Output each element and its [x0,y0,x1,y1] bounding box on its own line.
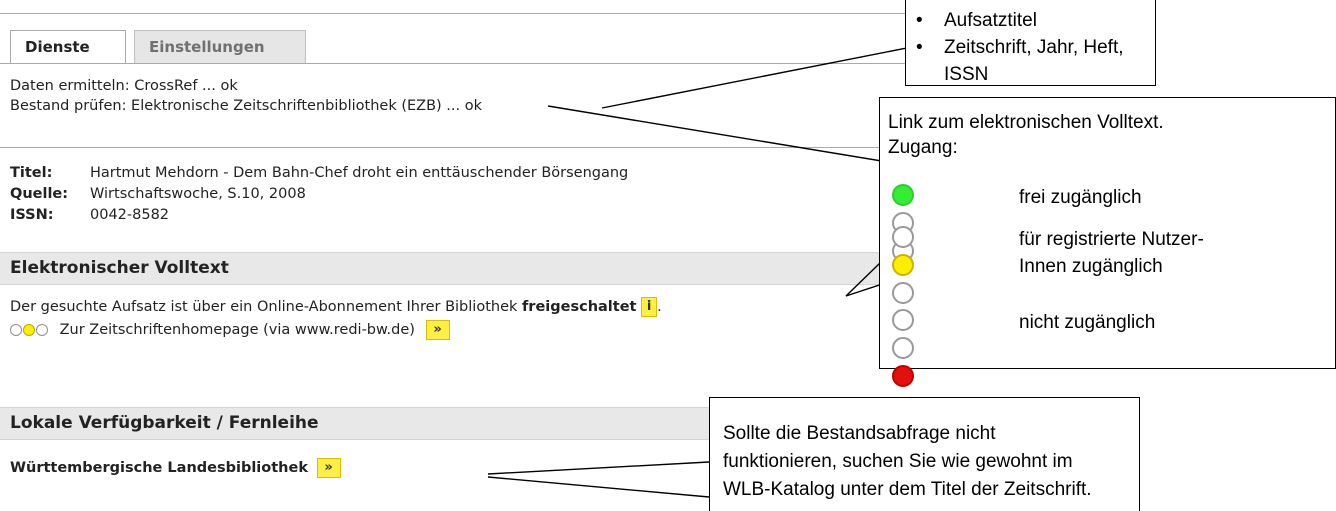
callout-item: Aufsatztitel [906,7,1155,34]
legend-callout: Link zum elektronischen Volltext. Zugang… [879,97,1336,387]
light-green-icon [892,184,914,206]
light-yellow-icon [892,254,914,276]
light-red-icon [892,365,914,387]
catalog-callout-text: Sollte die Bestandsabfrage nicht funktio… [723,420,1092,504]
legend-label: nicht zugänglich [1019,312,1156,333]
traffic-light-indicator [892,226,916,310]
callout-item: Zeitschrift, Jahr, Heft, ISSN [906,34,1155,88]
light-off-icon [892,226,914,248]
legend-label: für registrierte Nutzer- Innen zugänglich [1019,226,1204,280]
light-off-icon [892,337,914,359]
pointer-bottom-2 [487,476,710,498]
legend-label-line1: für registrierte Nutzer- [1019,229,1204,250]
catalog-callout-line: WLB-Katalog unter dem Titel der Zeitschr… [723,479,1092,500]
light-off-icon [892,309,914,331]
legend-label-line2: Innen zugänglich [1019,256,1163,277]
pointer-bottom [487,461,710,475]
legend-title-line2: Zugang: [888,137,958,158]
metadata-callout: Aufsatztitel Zeitschrift, Jahr, Heft, IS… [905,0,1156,86]
catalog-callout-line: Sollte die Bestandsabfrage nicht [723,423,996,444]
legend-title: Link zum elektronischen Volltext. Zugang… [888,110,1164,160]
traffic-light-indicator [892,309,916,393]
pointer-top-2 [547,105,907,166]
legend-label: frei zugänglich [1019,187,1142,208]
catalog-callout: Sollte die Bestandsabfrage nicht funktio… [709,397,1140,511]
catalog-callout-line: funktionieren, suchen Sie wie gewohnt im [723,451,1073,472]
legend-title-line1: Link zum elektronischen Volltext. [888,112,1164,133]
light-off-icon [892,282,914,304]
